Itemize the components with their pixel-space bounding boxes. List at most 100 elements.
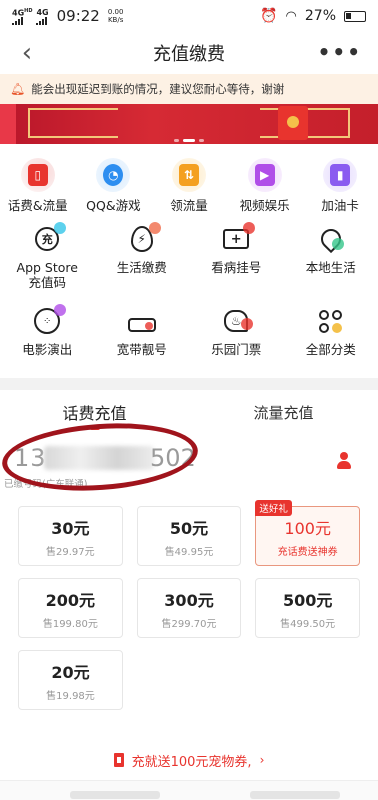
tab-label: 流量充值: [253, 403, 314, 422]
alarm-icon: ⏰: [260, 8, 278, 24]
recharge-page: 4GHD 4G 09:22 0.00 KB/s ⏰ ◠ 27% ‹ 充值缴费 •…: [0, 0, 378, 800]
service-label: 电影演出: [22, 342, 73, 357]
service-label: App Store 充值码: [17, 260, 78, 290]
card-sale-price: 售299.70元: [161, 618, 217, 630]
signal-1: 4GHD: [12, 7, 32, 26]
film-reel-icon: ⁘: [32, 304, 67, 336]
medical-kit-icon: +: [221, 222, 256, 254]
signal-bars-icon: [36, 16, 48, 25]
amount-card-100[interactable]: 送好礼 100元 充话费送神券: [255, 500, 361, 566]
service-utility[interactable]: ⚡ 生活缴费: [95, 222, 190, 306]
pet-coupon-promo[interactable]: 充就送100元宠物券, ›: [0, 748, 378, 772]
card-amount: 200元: [45, 590, 96, 610]
back-button[interactable]: ‹: [12, 38, 42, 68]
bottom-list-preview: [0, 780, 378, 800]
amount-card-200[interactable]: 200元 售199.80元: [18, 578, 123, 638]
banner-bottom-edge: [0, 144, 378, 152]
card-sale-price: 售19.98元: [46, 690, 95, 702]
service-local-life[interactable]: 本地生活: [284, 224, 378, 306]
service-label: 全部分类: [305, 342, 356, 357]
ticket-icon: ♨: [221, 306, 254, 336]
amount-card-50[interactable]: 50元 售49.95元: [136, 506, 242, 566]
card-amount: 30元: [51, 518, 90, 538]
service-label: 宽带靓号: [116, 342, 167, 357]
tab-label: 话费充值: [62, 404, 127, 423]
speed-unit: KB/s: [107, 16, 124, 24]
grid-categories-icon: [316, 306, 346, 336]
service-label: 本地生活: [305, 260, 356, 275]
amount-card-20[interactable]: 20元 售19.98元: [18, 650, 123, 710]
service-grid: ▯ 话费&流量 ◔ QQ&游戏 ⇅ 领流量 ▶ 视频娱乐 ▮ 加油卡 充 App…: [0, 152, 378, 378]
banner-edge: [0, 104, 16, 144]
location-pin-icon: [316, 224, 346, 254]
service-medical[interactable]: + 看病挂号: [189, 222, 284, 306]
banner-frame-left: [28, 108, 118, 138]
service-video[interactable]: ▶ 视频娱乐: [227, 158, 303, 224]
card-amount: 20元: [51, 662, 90, 682]
amount-card-500[interactable]: 500元 售499.50元: [255, 578, 361, 638]
service-label: 加油卡: [321, 198, 359, 213]
status-left: 4GHD 4G 09:22 0.00 KB/s: [12, 7, 123, 26]
status-bar: 4GHD 4G 09:22 0.00 KB/s ⏰ ◠ 27%: [0, 0, 378, 32]
service-label: 视频娱乐: [239, 198, 290, 213]
network-speed: 0.00 KB/s: [108, 8, 124, 24]
qq-icon: ◔: [96, 158, 131, 192]
traffic-card-icon: ⇅: [171, 158, 206, 192]
app-store-icon: 充: [32, 222, 67, 254]
utility-bill-icon: ⚡: [127, 222, 161, 254]
network-1-label: 4G: [12, 8, 25, 18]
wifi-icon: ◠: [285, 8, 297, 24]
service-broadband[interactable]: 宽带靓号: [95, 306, 190, 378]
section-divider: [0, 378, 378, 390]
status-time: 09:22: [56, 7, 100, 25]
signal-2: 4G: [36, 7, 49, 25]
amount-card-30[interactable]: 30元 售29.97元: [18, 506, 123, 566]
amount-options: 30元 售29.97元 50元 售49.95元 送好礼 100元 充话费送神券 …: [0, 494, 378, 710]
service-label: QQ&游戏: [86, 198, 141, 213]
nav-bar: ‹ 充值缴费 •••: [0, 32, 378, 74]
card-sale-price: 售49.95元: [164, 546, 214, 558]
bell-icon: 🔔︎: [10, 82, 26, 96]
card-sale-price: 售499.50元: [280, 618, 336, 630]
service-phone-bill[interactable]: ▯ 话费&流量: [0, 158, 76, 224]
label-line-2: 充值码: [28, 275, 66, 290]
service-label: 看病挂号: [211, 260, 262, 275]
coupon-icon: [113, 753, 124, 767]
service-all-categories[interactable]: 全部分类: [284, 306, 378, 378]
service-label: 话费&流量: [7, 198, 68, 213]
service-park-tickets[interactable]: ♨ 乐园门票: [189, 306, 284, 378]
status-right: ⏰ ◠ 27%: [260, 8, 366, 24]
promo-banner[interactable]: [0, 104, 378, 152]
card-amount: 100元: [284, 518, 331, 538]
tab-data-recharge[interactable]: 流量充值: [189, 390, 378, 434]
amount-card-300[interactable]: 300元 售299.70元: [136, 578, 242, 638]
notice-bar: 🔔︎ 能会出现延迟到账的情况，建议您耐心等待，谢谢: [0, 74, 378, 104]
amount-row-1: 30元 售29.97元 50元 售49.95元 送好礼 100元 充话费送神券: [18, 500, 361, 566]
service-row-3: ⁘ 电影演出 宽带靓号 ♨ 乐园门票 全部分类: [0, 304, 378, 378]
label-line-1: App Store: [16, 260, 78, 275]
banner-pagination: [174, 139, 204, 142]
network-1-sup: HD: [24, 7, 33, 14]
battery-percent: 27%: [304, 8, 336, 24]
notice-text: 能会出现延迟到账的情况，建议您耐心等待，谢谢: [31, 82, 285, 96]
card-promo-text: 充话费送神券: [277, 546, 338, 558]
service-label: 生活缴费: [116, 260, 167, 275]
more-options-button[interactable]: •••: [318, 40, 362, 64]
router-icon: [127, 306, 157, 336]
phone-input-area[interactable]: 13 502 已缴号码(广东联通): [0, 417, 378, 497]
recharge-tabs: 话费充值 流量充值: [0, 390, 378, 434]
red-envelope-icon: [278, 106, 308, 140]
service-fuel-card[interactable]: ▮ 加油卡: [302, 158, 378, 224]
service-traffic[interactable]: ⇅ 领流量: [151, 158, 227, 224]
service-qq-games[interactable]: ◔ QQ&游戏: [76, 158, 152, 224]
card-sale-price: 售29.97元: [46, 546, 95, 558]
network-2-label: 4G: [36, 7, 49, 17]
phone-bill-icon: ▯: [20, 158, 55, 192]
battery-icon: [344, 10, 366, 22]
speed-value: 0.00: [107, 8, 124, 16]
service-row-1: ▯ 话费&流量 ◔ QQ&游戏 ⇅ 领流量 ▶ 视频娱乐 ▮ 加油卡: [0, 158, 378, 224]
contact-picker-icon[interactable]: [336, 452, 352, 470]
card-sale-price: 售199.80元: [42, 618, 98, 630]
service-movies[interactable]: ⁘ 电影演出: [0, 304, 95, 378]
service-app-store[interactable]: 充 App Store 充值码: [0, 222, 95, 306]
